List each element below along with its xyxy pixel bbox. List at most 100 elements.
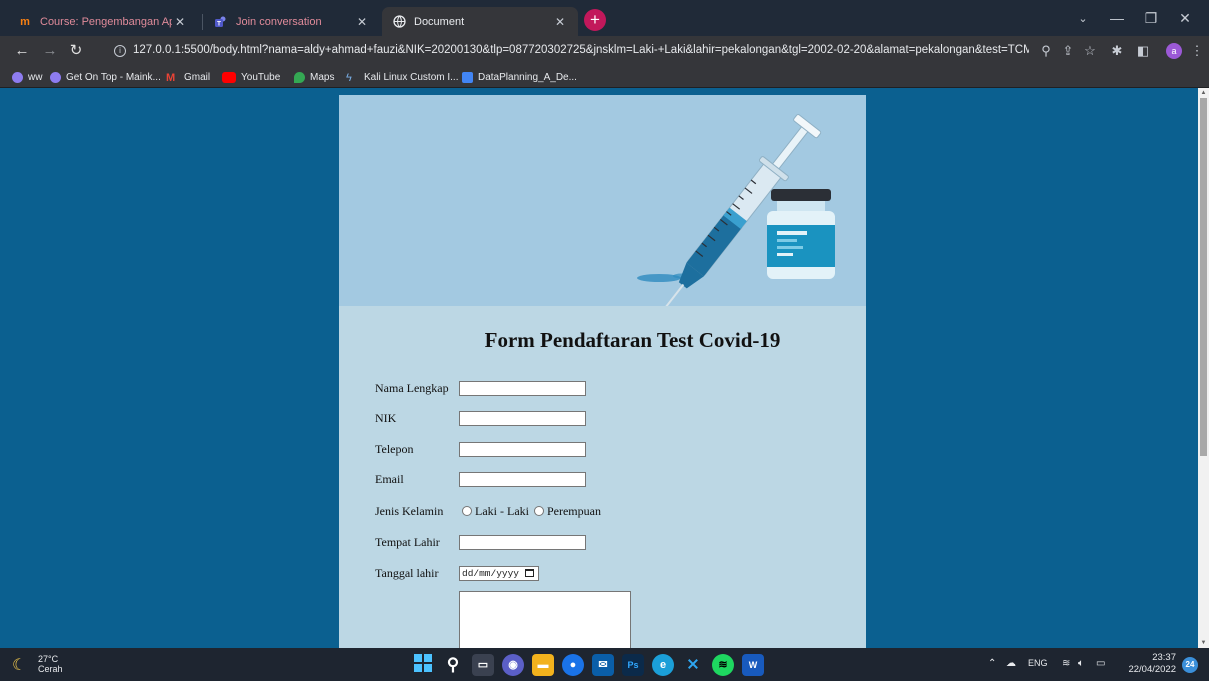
bookmark-star-icon[interactable]: ☆ xyxy=(1081,42,1099,60)
battery-icon[interactable]: ▭ xyxy=(1096,658,1105,669)
bookmark-ww[interactable]: ww xyxy=(12,69,42,85)
page-viewport: Form Pendaftaran Test Covid-19 Nama Leng… xyxy=(0,88,1198,648)
tempat-lahir-input[interactable] xyxy=(459,534,586,550)
windows-taskbar: ☾ 27°C Cerah ⚲ ▭ ◉ ▬ ● ✉ Ps e ⨯ ≋ W ⌃ ☁ … xyxy=(0,648,1209,681)
share-icon[interactable]: ⇪ xyxy=(1059,42,1077,60)
tab-search-icon[interactable]: ⌄ xyxy=(1066,0,1100,36)
radio-label-laki-laki: Laki - Laki xyxy=(475,503,529,518)
field-row-tempat-lahir: Tempat Lahir xyxy=(375,532,586,552)
bookmarks-bar: ww Get On Top - Maink... M Gmail YouTube… xyxy=(0,66,1209,88)
label-tempat-lahir: Tempat Lahir xyxy=(375,534,440,549)
google-docs-icon xyxy=(462,71,473,83)
label-email: Email xyxy=(375,471,404,486)
close-icon[interactable]: ✕ xyxy=(354,15,370,29)
volume-icon[interactable]: 🔈︎ xyxy=(1078,658,1084,669)
label-tanggal-lahir: Tanggal lahir xyxy=(375,565,439,580)
scroll-down-icon[interactable]: ▼ xyxy=(1198,638,1209,648)
address-bar[interactable]: 127.0.0.1:5500/body.html?nama=aldy+ahmad… xyxy=(133,44,1029,56)
chat-icon[interactable]: ◉ xyxy=(502,654,524,676)
field-row-jenis-kelamin: Jenis Kelamin Laki - Laki Perempuan xyxy=(375,501,603,521)
forward-button[interactable]: → xyxy=(40,41,60,61)
zoom-icon[interactable]: ⚲ xyxy=(1037,42,1055,60)
radio-perempuan[interactable] xyxy=(533,506,544,516)
tab-join-conversation[interactable]: T Join conversation ✕ xyxy=(204,7,380,36)
bookmark-dataplanning[interactable]: DataPlanning_A_De... xyxy=(462,69,577,85)
scroll-up-icon[interactable]: ▲ xyxy=(1198,88,1209,98)
edge-icon[interactable]: e xyxy=(652,654,674,676)
email-input[interactable] xyxy=(459,471,586,487)
calendar-icon[interactable] xyxy=(525,569,535,577)
label-nik: NIK xyxy=(375,410,397,425)
menu-icon[interactable]: ⋮ xyxy=(1188,42,1206,60)
new-tab-button[interactable]: + xyxy=(584,9,606,31)
language-indicator[interactable]: ENG xyxy=(1028,658,1048,668)
bookmark-gmail[interactable]: M Gmail xyxy=(166,69,210,85)
extensions-icon[interactable]: ✱ xyxy=(1108,42,1126,60)
form-title: Form Pendaftaran Test Covid-19 xyxy=(484,328,781,352)
field-row-email: Email xyxy=(375,469,586,489)
globe-icon xyxy=(392,15,406,29)
tab-title: Join conversation xyxy=(236,15,322,28)
page-scrollbar[interactable]: ▲ ▼ xyxy=(1198,88,1209,648)
word-icon[interactable]: W xyxy=(742,654,764,676)
photoshop-icon[interactable]: Ps xyxy=(622,654,644,676)
label-nama: Nama Lengkap xyxy=(375,380,449,395)
browser-toolbar: ← → ↻ i 127.0.0.1:5500/body.html?nama=al… xyxy=(0,36,1209,66)
close-icon[interactable]: ✕ xyxy=(552,15,568,29)
bookmark-get-on-top[interactable]: Get On Top - Maink... xyxy=(50,69,161,85)
teams-icon: T xyxy=(214,15,228,29)
task-view-icon[interactable]: ▭ xyxy=(472,654,494,676)
youtube-icon xyxy=(222,71,236,83)
kali-dragon-icon: ϟ xyxy=(346,71,352,84)
svg-text:T: T xyxy=(217,20,221,27)
label-telepon: Telepon xyxy=(375,441,414,456)
windows-start-icon[interactable] xyxy=(412,654,434,676)
minimize-button[interactable]: — xyxy=(1100,0,1134,36)
back-button[interactable]: ← xyxy=(12,41,32,61)
weather-widget[interactable]: ☾ 27°C Cerah xyxy=(12,654,63,674)
moon-cloud-icon: ☾ xyxy=(12,657,27,674)
system-clock[interactable]: 23:37 22/04/2022 xyxy=(1124,652,1176,676)
discord-icon xyxy=(50,71,61,83)
bookmark-maps[interactable]: Maps xyxy=(294,69,334,85)
field-row-nik: NIK xyxy=(375,408,586,428)
scroll-thumb[interactable] xyxy=(1200,98,1207,456)
tray-overflow-icon[interactable]: ⌃ xyxy=(988,658,996,669)
tanggal-lahir-date-input[interactable]: dd/mm/yyyy xyxy=(459,565,539,581)
site-info-icon[interactable]: i xyxy=(114,45,126,57)
moodle-m-icon: m xyxy=(20,15,30,28)
alamat-textarea[interactable] xyxy=(459,591,631,648)
search-icon[interactable]: ⚲ xyxy=(442,654,464,676)
close-icon[interactable]: ✕ xyxy=(172,15,188,29)
tab-course[interactable]: m Course: Pengembangan Aplikasi ✕ xyxy=(8,7,198,36)
radio-label-perempuan: Perempuan xyxy=(546,503,601,518)
field-row-tanggal-lahir: Tanggal lahir dd/mm/yyyy xyxy=(375,563,539,583)
nik-input[interactable] xyxy=(459,410,586,426)
telepon-input[interactable] xyxy=(459,441,586,457)
notification-badge[interactable]: 24 xyxy=(1182,657,1198,673)
profile-avatar[interactable]: a xyxy=(1166,43,1182,59)
form-container: Form Pendaftaran Test Covid-19 Nama Leng… xyxy=(339,95,866,648)
tab-document[interactable]: Document ✕ xyxy=(382,7,578,36)
vaccine-illustration xyxy=(637,114,835,306)
hero-banner xyxy=(339,95,866,306)
bookmark-kali[interactable]: ϟ Kali Linux Custom I... xyxy=(346,69,458,85)
restore-button[interactable]: ❐ xyxy=(1134,0,1168,36)
maps-pin-icon xyxy=(294,71,305,83)
onedrive-cloud-icon[interactable]: ☁ xyxy=(1006,658,1016,669)
vscode-icon[interactable]: ⨯ xyxy=(682,654,704,676)
tab-title: Course: Pengembangan Aplikasi xyxy=(40,15,172,28)
field-row-nama: Nama Lengkap xyxy=(375,378,586,398)
side-panel-icon[interactable]: ◧ xyxy=(1134,42,1152,60)
spotify-icon[interactable]: ≋ xyxy=(712,654,734,676)
nama-input[interactable] xyxy=(459,380,586,396)
file-explorer-icon[interactable]: ▬ xyxy=(532,654,554,676)
close-window-button[interactable]: ✕ xyxy=(1168,0,1202,36)
bookmark-youtube[interactable]: YouTube xyxy=(222,69,280,85)
radio-laki-laki[interactable] xyxy=(462,506,472,516)
reload-button[interactable]: ↻ xyxy=(66,41,86,61)
discord-icon xyxy=(12,71,23,83)
mail-icon[interactable]: ✉ xyxy=(592,654,614,676)
wifi-icon[interactable]: ≋ xyxy=(1062,658,1070,669)
chrome-icon[interactable]: ● xyxy=(562,654,584,676)
